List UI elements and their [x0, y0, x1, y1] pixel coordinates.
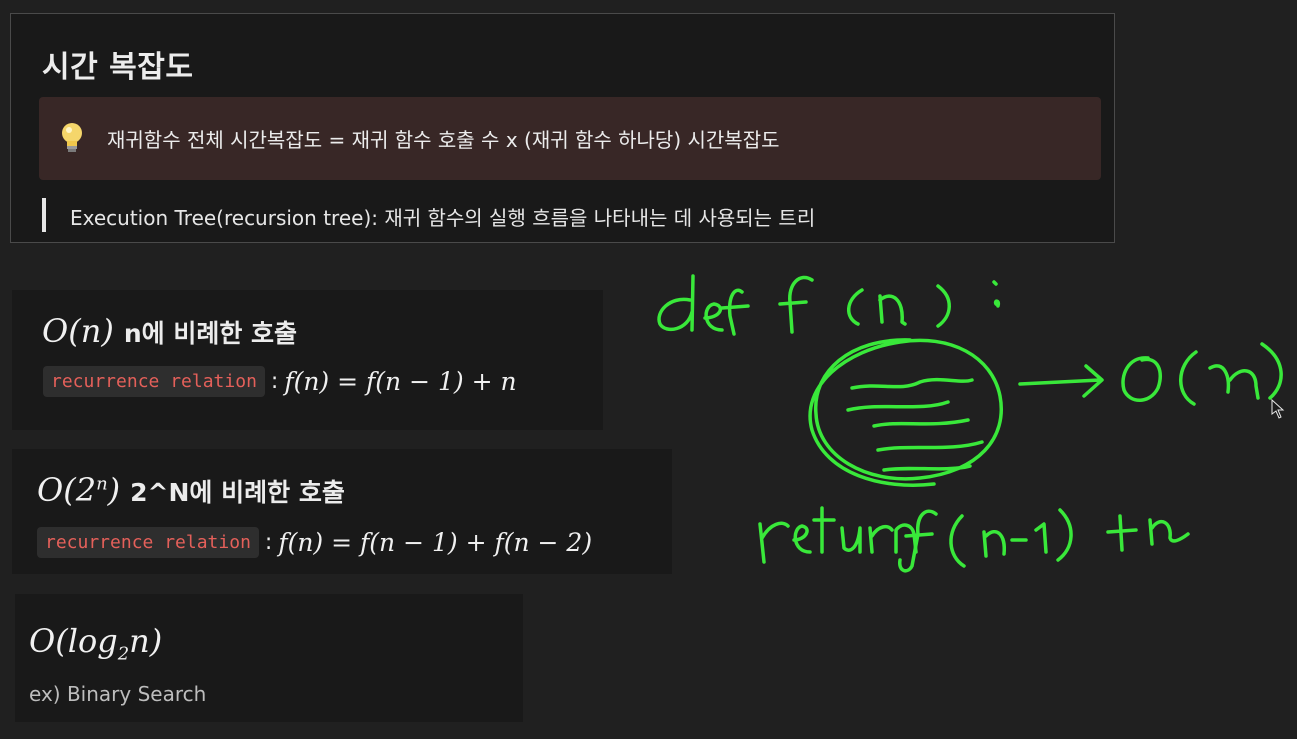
ink-n2 [1208, 364, 1260, 400]
ink-def [657, 274, 750, 336]
ink-n3 [982, 530, 1006, 558]
ink-f2 [898, 509, 938, 573]
ink-n4 [1148, 518, 1190, 546]
ink-circle [808, 338, 1003, 487]
ink-f [778, 275, 814, 334]
ink-paren3 [1260, 342, 1283, 400]
ink-one [1034, 522, 1048, 554]
handwriting-annotation [657, 274, 1285, 573]
ink-lines [846, 377, 984, 472]
ink-O [1121, 356, 1163, 402]
ink-n [878, 294, 907, 326]
ink-paren4 [949, 514, 966, 568]
ink-paren-close [936, 284, 951, 328]
ink-paren5 [1056, 508, 1073, 562]
ink-plus [1106, 514, 1138, 552]
ink-paren [847, 288, 864, 326]
ink-colon [992, 280, 1001, 308]
ink-arrow [1018, 364, 1104, 398]
ink-paren2 [1179, 350, 1198, 406]
ink-return [758, 506, 918, 564]
cursor-icon [1271, 398, 1285, 419]
